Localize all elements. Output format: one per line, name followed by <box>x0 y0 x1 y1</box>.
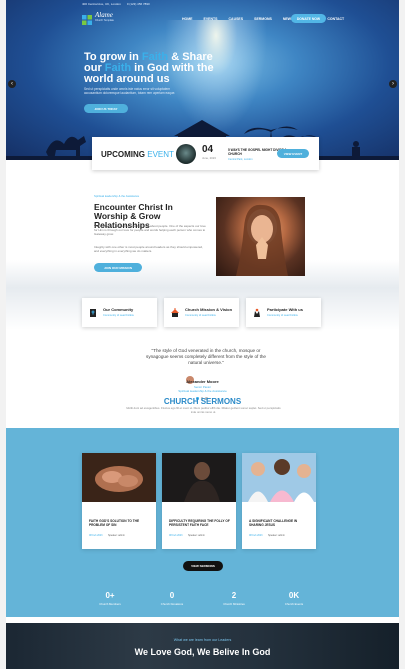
event-month: June, 2023 <box>202 156 216 160</box>
nav-item-causes[interactable]: CAUSES <box>229 17 244 21</box>
encounter-subtitle: Spiritual leadership & the Assistance <box>94 194 140 198</box>
sermon-card[interactable]: FAITH GOD'S SOLUTION TO THE PROBLEM OF S… <box>82 453 156 549</box>
testimonial-name: Alexander Moore <box>186 379 219 384</box>
feature-link[interactable]: Community of Lead Follow <box>103 314 134 317</box>
stat-ministries: 2 Church Ministries <box>204 591 264 606</box>
band-title: We Love God, We Belive In God <box>134 647 271 657</box>
nav-item-sermons[interactable]: SERMONS <box>254 17 272 21</box>
sermons-header-bg <box>6 416 399 428</box>
feature-title: Our Community <box>103 307 134 313</box>
donate-button[interactable]: DONATE NOW <box>291 14 326 23</box>
feature-community[interactable]: Our Community Community of Lead Follow <box>82 298 157 327</box>
stat-number: 0K <box>288 591 300 600</box>
sermon-speaker: Speaker: admin <box>188 534 205 537</box>
stat-members: 0+ Church Members <box>80 591 140 606</box>
nav-item-events[interactable]: EVENTS <box>204 17 218 21</box>
sermon-date: 08 Feb 2023 <box>249 534 263 537</box>
feature-title: Participate With us <box>267 307 303 313</box>
upcoming-event-bar: UPCOMING EVENT 04 June, 2023 5 WAYS THE … <box>92 137 319 170</box>
nav-item-home[interactable]: HOME <box>182 17 193 21</box>
praying-woman-image <box>216 197 305 276</box>
encounter-paragraph-1: We're all about people because God is al… <box>94 224 206 236</box>
sermon-title[interactable]: DIFFICULTY REQUIRING THE FOLLY OF PERSIS… <box>169 519 231 527</box>
next-slide-arrow-icon[interactable]: › <box>389 80 397 88</box>
logo-title: Alame <box>95 11 113 19</box>
sermon-image <box>162 453 236 502</box>
sermon-title[interactable]: FAITH GOD'S SOLUTION TO THE PROBLEM OF S… <box>89 519 151 527</box>
view-event-button[interactable]: VIEW EVENT <box>277 149 309 158</box>
sermon-speaker: Speaker: admin <box>268 534 285 537</box>
book-icon <box>90 308 96 317</box>
main-nav: Alame Church Template HOME EVENTS CAUSES… <box>6 9 399 31</box>
stat-label: Church Members <box>99 602 121 606</box>
sermons-title: CHURCH SERMONS <box>163 397 242 406</box>
stat-label: Church Events <box>284 602 304 606</box>
feature-title: Church Mission & Vision <box>185 307 233 313</box>
encounter-paragraph-2: Integrity with one other is most people … <box>94 245 203 253</box>
topbar: 400 Central Ave, UK, London 0 (123) 456 … <box>6 0 399 8</box>
sermon-image <box>242 453 316 502</box>
band-subtitle: What we are learn from our Leaders <box>173 638 232 642</box>
worship-band-banner <box>6 623 399 669</box>
feature-link[interactable]: Community of Lead Follow <box>267 314 303 317</box>
sermon-speaker: Speaker: admin <box>108 534 125 537</box>
sermon-card[interactable]: DIFFICULTY REQUIRING THE FOLLY OF PERSIS… <box>162 453 236 549</box>
feature-link[interactable]: Community of Lead Follow <box>185 314 232 317</box>
nav-item-contact[interactable]: CONTACT <box>327 17 344 21</box>
stat-number: 0 <box>169 591 175 600</box>
page: 400 Central Ave, UK, London 0 (123) 456 … <box>6 0 399 669</box>
stat-label: Church Ministries <box>223 602 245 606</box>
hands-icon <box>254 308 260 317</box>
church-icon <box>171 307 179 317</box>
event-image <box>176 144 196 164</box>
event-day: 04 <box>202 144 214 155</box>
feature-participate[interactable]: Participate With us Community of Lead Fo… <box>246 298 321 327</box>
sermon-image <box>82 453 156 502</box>
prev-slide-arrow-icon[interactable]: ‹ <box>8 80 16 88</box>
phone-text: 0 (123) 456 7890 <box>126 2 150 6</box>
cross-logo-icon <box>82 12 92 25</box>
sermon-date: 08 Feb 2023 <box>89 534 103 537</box>
address-text: 400 Central Ave, UK, London <box>82 2 121 6</box>
logo-subtitle: Church Template <box>95 19 114 22</box>
sermon-title[interactable]: A SIGNIFICANT CHALLENGE IN SHARING JESUS <box>249 519 311 527</box>
sermons-subtitle: Spiritual leadership & the Assistance <box>178 389 227 393</box>
hero-title: To grow in Faith & Share our Faith in Go… <box>84 51 214 85</box>
view-sermons-button[interactable]: VIEW SERMONS <box>183 561 223 571</box>
stat-number: 2 <box>231 591 237 600</box>
testimonial-quote: "The style of God venerated in the churc… <box>146 348 266 365</box>
feature-mission[interactable]: Church Mission & Vision Community of Lea… <box>164 298 239 327</box>
stat-label: Church Donations <box>160 602 184 606</box>
stat-number: 0+ <box>105 591 115 600</box>
sermon-date: 08 Feb 2023 <box>169 534 183 537</box>
sermons-description: Mollit dunt ad eiusgentibus. Fluctus ego… <box>126 406 281 414</box>
stat-events: 0K Church Events <box>264 591 324 606</box>
sermon-card[interactable]: A SIGNIFICANT CHALLENGE IN SHARING JESUS… <box>242 453 316 549</box>
logo[interactable]: Alame Church Template <box>82 11 114 25</box>
event-location: Central Park, London <box>228 158 253 161</box>
hero-text: Sed ut perspiciatis unde omnis iste natu… <box>84 87 176 95</box>
join-us-button[interactable]: JOIN US TODAY <box>84 104 128 113</box>
join-mission-button[interactable]: JOIN OUR MISSION <box>94 263 142 272</box>
stat-donations: 0 Church Donations <box>142 591 202 606</box>
hero-banner: 400 Central Ave, UK, London 0 (123) 456 … <box>6 0 399 160</box>
event-label: UPCOMING EVENT <box>101 150 174 159</box>
